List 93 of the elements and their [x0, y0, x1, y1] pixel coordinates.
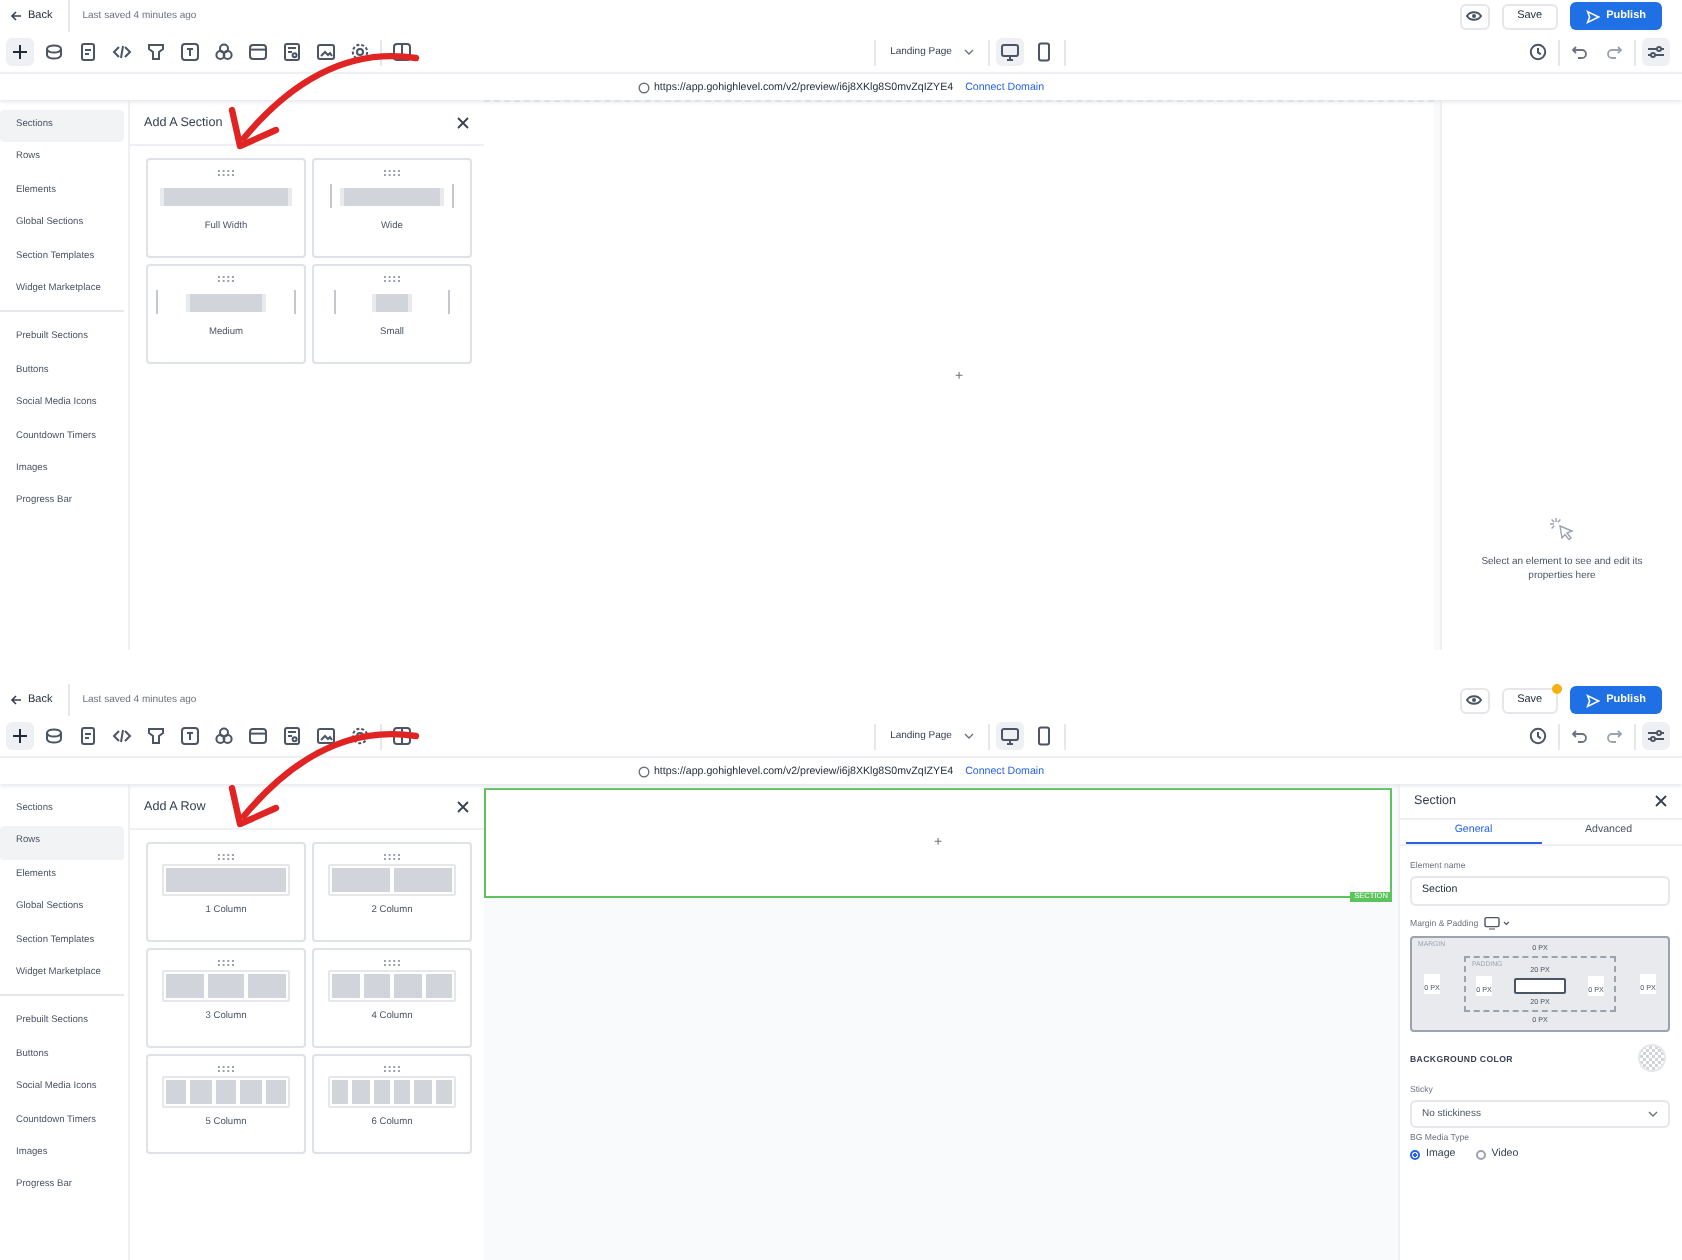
cursor-click-icon	[1548, 516, 1576, 544]
send-icon	[1586, 693, 1601, 707]
badge-icon	[350, 726, 370, 746]
history-button[interactable]	[1524, 722, 1552, 750]
column-layout-drawing	[162, 1076, 290, 1108]
clock-icon	[1528, 42, 1548, 62]
layers-icon	[44, 726, 64, 746]
section-width-drawing	[330, 184, 454, 208]
globe-icon	[637, 765, 650, 777]
column-layout-drawing	[162, 864, 290, 896]
undo-icon	[1570, 726, 1590, 746]
form-icon	[282, 726, 302, 746]
arrow-left-icon	[10, 10, 22, 22]
clock-icon	[1528, 726, 1548, 746]
caret-icon	[963, 48, 974, 56]
column-layout-drawing	[328, 864, 456, 896]
form-tool[interactable]	[278, 722, 306, 750]
settings-button[interactable]	[1642, 38, 1670, 66]
section-width-drawing	[156, 290, 296, 314]
phone-icon	[1033, 726, 1054, 746]
phone-icon	[1033, 42, 1054, 62]
window-tool[interactable]	[244, 38, 272, 66]
sliders-icon	[1646, 726, 1666, 746]
add-button[interactable]	[6, 38, 34, 66]
redo-icon	[1604, 42, 1624, 62]
desktop-view-button[interactable]	[995, 722, 1024, 750]
image-tool[interactable]	[312, 722, 340, 750]
settings-button[interactable]	[1642, 722, 1670, 750]
history-button[interactable]	[1524, 38, 1552, 66]
document-icon	[78, 726, 98, 746]
column-layout-drawing	[162, 970, 290, 1002]
window-tool[interactable]	[244, 722, 272, 750]
code-icon	[112, 726, 132, 746]
document-icon	[78, 42, 98, 62]
funnel-tool[interactable]	[142, 38, 170, 66]
section-width-drawing	[160, 187, 292, 205]
text-box-tool[interactable]	[176, 722, 204, 750]
text-box-icon	[180, 42, 200, 62]
desktop-caret-icon	[1484, 916, 1511, 930]
columns-icon	[392, 42, 412, 62]
column-layout-drawing	[328, 1076, 456, 1108]
monitor-icon	[999, 42, 1020, 62]
funnel-tool[interactable]	[142, 722, 170, 750]
color-swatch[interactable]	[1638, 1044, 1666, 1072]
section-width-drawing	[334, 290, 450, 314]
columns-tool[interactable]	[388, 38, 416, 66]
layers-tool[interactable]	[40, 38, 68, 66]
content-box	[1514, 978, 1566, 994]
sliders-icon	[1646, 42, 1666, 62]
plus-icon	[12, 728, 28, 744]
preview-button[interactable]	[1459, 687, 1490, 713]
caret-icon	[1648, 1110, 1658, 1118]
badge-icon	[350, 42, 370, 62]
close-icon	[456, 115, 470, 129]
close-icon	[1654, 794, 1668, 808]
columns-icon	[392, 726, 412, 746]
shapes-tool[interactable]	[210, 38, 238, 66]
column-layout-drawing	[328, 970, 456, 1002]
eye-icon	[1466, 692, 1483, 708]
text-box-tool[interactable]	[176, 38, 204, 66]
funnel-icon	[146, 726, 166, 746]
add-button[interactable]	[6, 722, 34, 750]
plus-icon	[12, 44, 28, 60]
send-icon	[1586, 9, 1601, 23]
shapes-tool[interactable]	[210, 722, 238, 750]
image-icon	[316, 42, 336, 62]
caret-icon	[963, 732, 974, 740]
desktop-view-button[interactable]	[995, 38, 1024, 66]
image-tool[interactable]	[312, 38, 340, 66]
globe-icon	[637, 81, 650, 93]
close-icon	[456, 799, 470, 813]
preview-button[interactable]	[1459, 3, 1490, 29]
form-icon	[282, 42, 302, 62]
layers-tool[interactable]	[40, 722, 68, 750]
shapes-icon	[214, 726, 234, 746]
code-icon	[112, 42, 132, 62]
monitor-icon	[999, 726, 1020, 746]
arrow-left-icon	[10, 694, 22, 706]
close-button[interactable]	[454, 797, 472, 815]
close-button[interactable]	[1652, 792, 1670, 810]
text-box-icon	[180, 726, 200, 746]
form-tool[interactable]	[278, 38, 306, 66]
eye-icon	[1466, 8, 1483, 24]
columns-tool[interactable]	[388, 722, 416, 750]
shapes-icon	[214, 42, 234, 62]
undo-icon	[1570, 42, 1590, 62]
layers-icon	[44, 42, 64, 62]
image-icon	[316, 726, 336, 746]
window-icon	[248, 726, 268, 746]
window-icon	[248, 42, 268, 62]
redo-icon	[1604, 726, 1624, 746]
funnel-icon	[146, 42, 166, 62]
close-button[interactable]	[454, 113, 472, 131]
